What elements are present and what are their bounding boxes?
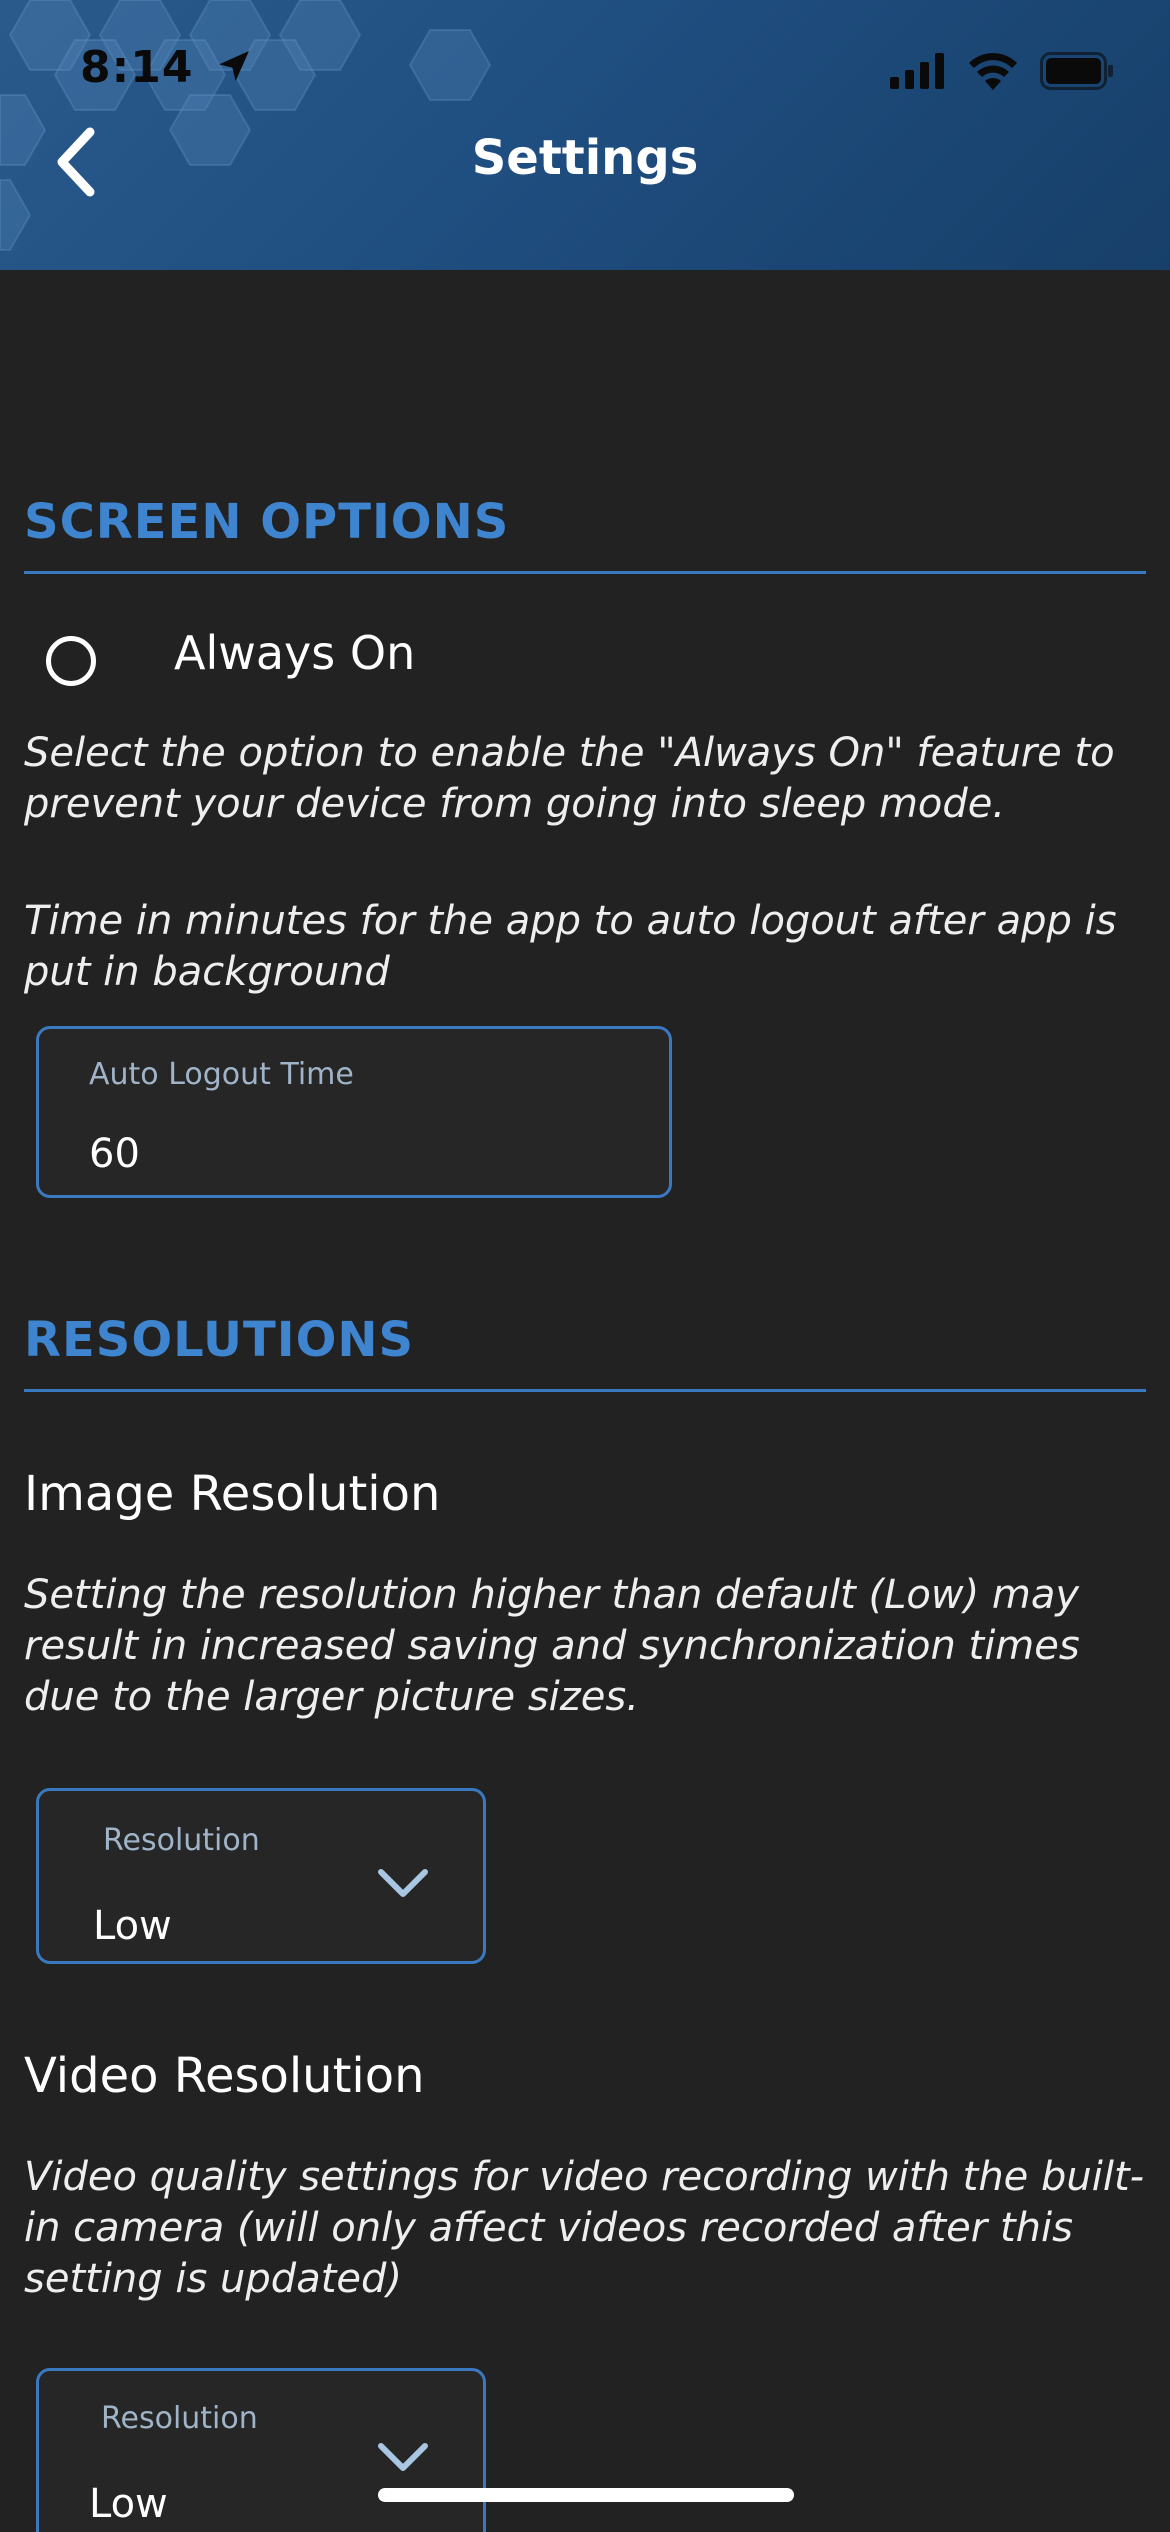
- chevron-down-icon: [378, 2443, 428, 2471]
- always-on-description: Select the option to enable the "Always …: [24, 730, 1115, 827]
- home-indicator[interactable]: [378, 2488, 794, 2502]
- wifi-icon: [969, 53, 1017, 90]
- image-resolution-select-value: Low: [93, 1903, 172, 1949]
- section-title-screen-options: SCREEN OPTIONS: [24, 494, 510, 550]
- always-on-radio[interactable]: [46, 636, 96, 686]
- video-resolution-select-value: Low: [89, 2481, 168, 2527]
- chevron-down-icon: [378, 1869, 428, 1897]
- auto-logout-field-label: Auto Logout Time: [89, 1057, 354, 1092]
- image-resolution-select[interactable]: Resolution Low: [36, 1788, 486, 1964]
- image-resolution-description: Setting the resolution higher than defau…: [24, 1572, 1080, 1720]
- image-resolution-heading: Image Resolution: [24, 1466, 441, 1522]
- video-resolution-heading: Video Resolution: [24, 2048, 425, 2104]
- cellular-signal-icon: [890, 53, 944, 89]
- status-time-text: 8:14: [80, 42, 194, 93]
- battery-icon: [1040, 52, 1113, 90]
- always-on-label[interactable]: Always On: [174, 626, 415, 680]
- status-icons: [890, 52, 1114, 90]
- page-title: Settings: [471, 130, 699, 186]
- video-resolution-select[interactable]: Resolution Low: [36, 2368, 486, 2532]
- status-time: 8:14: [80, 42, 254, 93]
- auto-logout-field[interactable]: Auto Logout Time 60: [36, 1026, 672, 1198]
- image-resolution-select-label: Resolution: [103, 1823, 260, 1858]
- header-bar: 8:14 Settings: [0, 0, 1170, 270]
- auto-logout-field-value[interactable]: 60: [89, 1131, 140, 1177]
- settings-screen: 8:14 Settings SCREEN OPTIONS Always On S…: [0, 0, 1170, 2532]
- section-divider: [24, 1389, 1146, 1392]
- auto-logout-description: Time in minutes for the app to auto logo…: [24, 898, 1117, 995]
- video-resolution-select-label: Resolution: [101, 2401, 258, 2436]
- section-divider: [24, 571, 1146, 574]
- location-arrow-icon: [218, 51, 249, 81]
- video-resolution-description: Video quality settings for video recordi…: [24, 2154, 1145, 2302]
- section-title-resolutions: RESOLUTIONS: [24, 1312, 415, 1368]
